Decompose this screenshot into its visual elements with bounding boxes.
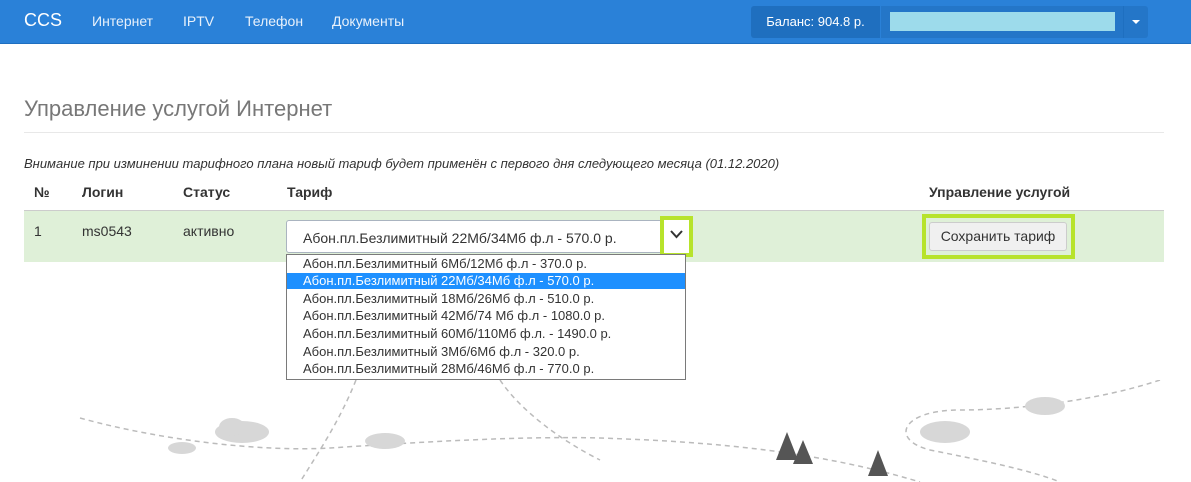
tariff-select-toggle[interactable]	[660, 216, 693, 257]
header-service-control: Управление услугой	[929, 184, 1071, 200]
tariff-option[interactable]: Абон.пл.Безлимитный 42Мб/74 Мб ф.л - 108…	[287, 308, 685, 324]
header-tariff: Тариф	[287, 184, 333, 200]
caret-down-icon	[1132, 20, 1140, 24]
tariff-select-value: Абон.пл.Безлимитный 22Мб/34Мб ф.л - 570.…	[303, 230, 617, 246]
chevron-down-icon	[670, 230, 683, 239]
title-divider	[24, 132, 1164, 133]
tariff-select[interactable]: Абон.пл.Безлимитный 22Мб/34Мб ф.л - 570.…	[286, 220, 691, 253]
cloud-icon	[168, 397, 1065, 454]
tree-icon	[776, 432, 888, 476]
nav-link-documents[interactable]: Документы	[332, 13, 404, 29]
top-navbar: CCS Интернет IPTV Телефон Документы Бала…	[0, 0, 1191, 44]
tariff-option-selected[interactable]: Абон.пл.Безлимитный 22Мб/34Мб ф.л - 570.…	[287, 273, 685, 289]
row-number: 1	[34, 223, 42, 239]
balance-display[interactable]: Баланс: 904.8 р.	[751, 6, 880, 38]
page-title: Управление услугой Интернет	[24, 96, 333, 121]
tariff-change-notice: Внимание при изминении тарифного плана н…	[24, 156, 780, 171]
tariff-options-list: Абон.пл.Безлимитный 6Мб/12Мб ф.л - 370.0…	[286, 254, 686, 380]
tariff-option[interactable]: Абон.пл.Безлимитный 28Мб/46Мб ф.л - 770.…	[287, 361, 685, 377]
tariff-option[interactable]: Абон.пл.Безлимитный 60Мб/110Мб ф.л. - 14…	[287, 326, 685, 342]
brand-logo[interactable]: CCS	[24, 10, 62, 31]
row-status: активно	[183, 223, 235, 239]
tariff-option[interactable]: Абон.пл.Безлимитный 18Мб/26Мб ф.л - 510.…	[287, 291, 685, 307]
tariff-option[interactable]: Абон.пл.Безлимитный 3Мб/6Мб ф.л - 320.0 …	[287, 344, 685, 360]
header-status: Статус	[183, 184, 231, 200]
nav-link-internet[interactable]: Интернет	[92, 13, 153, 29]
decorative-landscape	[79, 380, 1161, 482]
account-name-redacted	[890, 12, 1115, 31]
account-selector[interactable]	[881, 6, 1123, 38]
tariff-option[interactable]: Абон.пл.Безлимитный 6Мб/12Мб ф.л - 370.0…	[287, 256, 685, 272]
header-login: Логин	[82, 184, 124, 200]
row-login: ms0543	[82, 223, 132, 239]
save-tariff-button[interactable]: Сохранить тариф	[929, 222, 1067, 251]
account-dropdown-toggle[interactable]	[1123, 6, 1148, 38]
nav-link-iptv[interactable]: IPTV	[183, 13, 214, 29]
header-number: №	[34, 184, 50, 200]
nav-link-phone[interactable]: Телефон	[245, 13, 303, 29]
